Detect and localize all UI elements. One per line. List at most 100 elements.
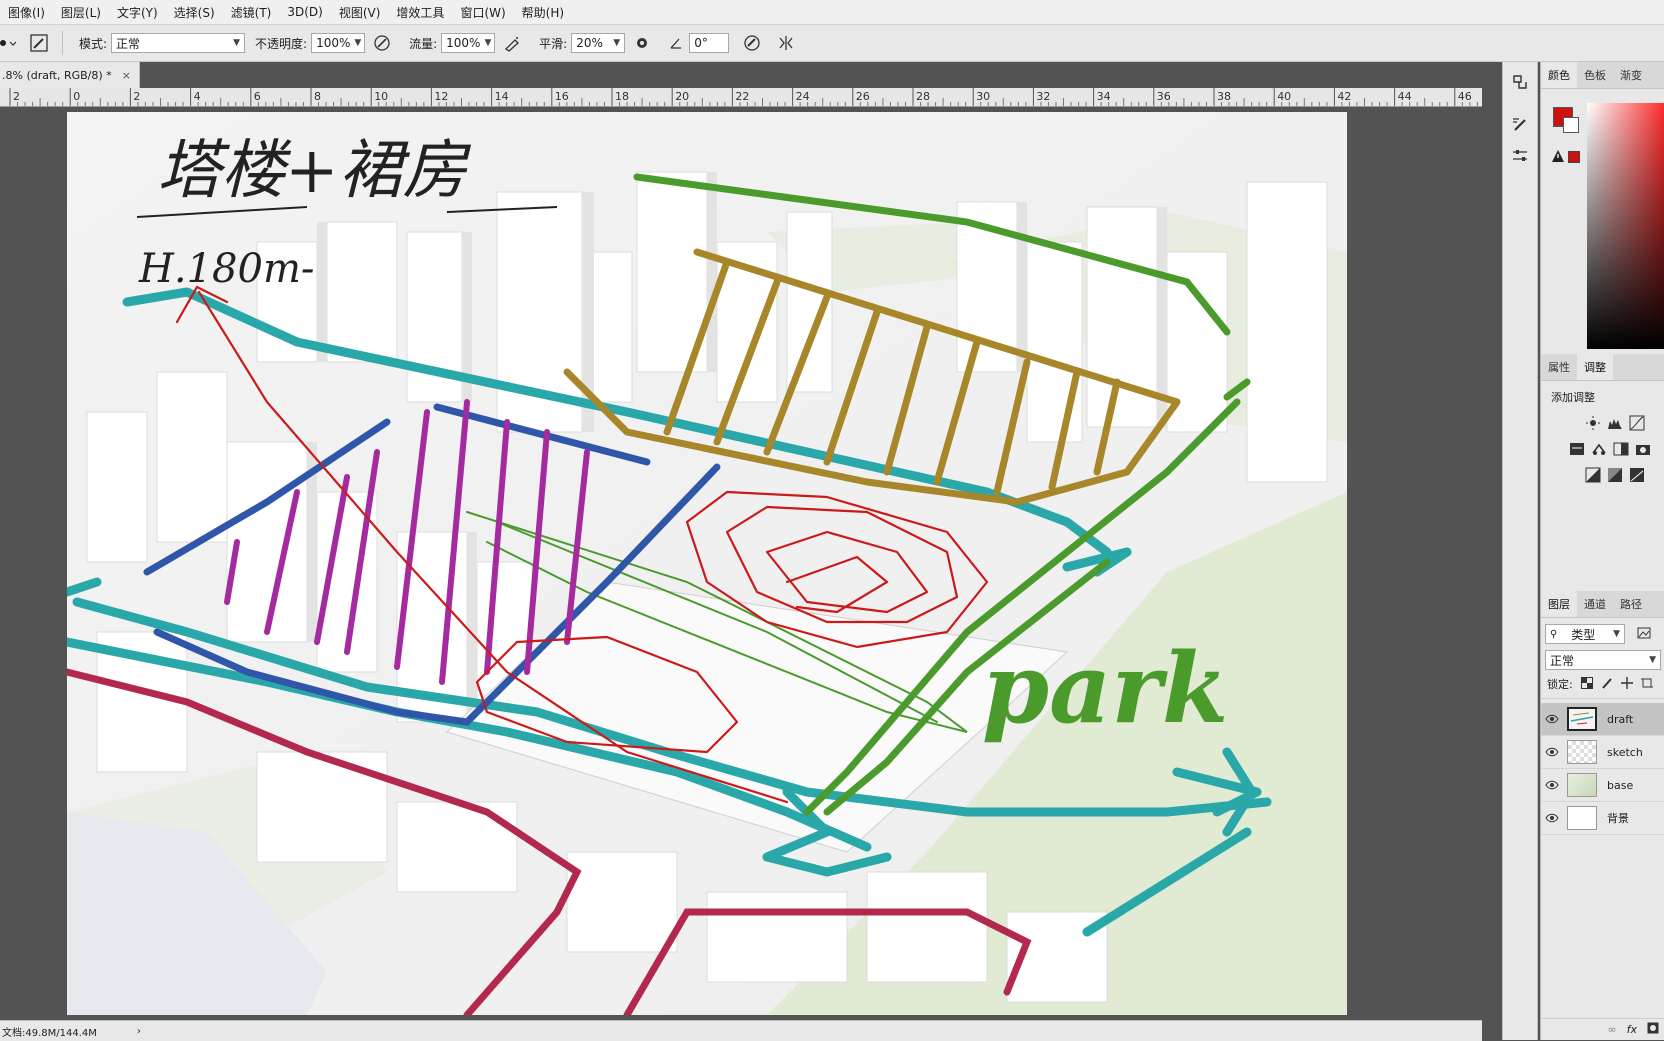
angle-field[interactable]: 0° bbox=[689, 33, 730, 53]
menu-layer[interactable]: 图层(L) bbox=[53, 4, 109, 21]
ruler-label: 24 bbox=[796, 90, 810, 103]
mode-dropdown[interactable]: 正常 ▼ bbox=[111, 33, 246, 53]
curves-icon[interactable] bbox=[1629, 415, 1645, 434]
menu-help[interactable]: 帮助(H) bbox=[514, 4, 572, 21]
color-panel-tabs: 颜色 色板 渐变 bbox=[1541, 62, 1664, 89]
brush-preset-icon[interactable] bbox=[0, 32, 16, 54]
link-icon[interactable]: ∞ bbox=[1607, 1023, 1616, 1036]
image-filter-icon[interactable] bbox=[1637, 627, 1651, 642]
lock-label: 锁定: bbox=[1547, 678, 1573, 691]
layer-thumbnail bbox=[1567, 707, 1597, 731]
add-adjustment-label: 添加调整 bbox=[1551, 391, 1595, 404]
mask-icon[interactable] bbox=[1647, 1022, 1659, 1037]
gear-icon[interactable] bbox=[631, 32, 653, 54]
flow-label: 流量: bbox=[409, 36, 438, 51]
menu-filter[interactable]: 滤镜(T) bbox=[223, 4, 280, 21]
ruler-label: 10 bbox=[374, 90, 388, 103]
title-handwriting: 塔楼+裙房 bbox=[157, 134, 472, 208]
eye-icon[interactable] bbox=[1541, 813, 1563, 823]
chevron-down-icon: ▼ bbox=[484, 38, 492, 48]
brush-settings-icon[interactable] bbox=[28, 32, 50, 54]
canvas-area[interactable]: 塔楼+裙房 H.180m- park bbox=[0, 107, 1482, 1019]
background-color-swatch[interactable] bbox=[1563, 117, 1579, 133]
blend-mode-value: 正常 bbox=[1550, 653, 1575, 668]
right-panels: 颜色 色板 渐变 属性 调整 添加调整 图层 通道 路径 ⚲ 类型 ▼ 正常 ▼… bbox=[1540, 62, 1664, 1040]
ruler-label: 36 bbox=[1157, 90, 1171, 103]
blend-mode-dropdown[interactable]: 正常 ▼ bbox=[1545, 650, 1661, 670]
menu-plugins[interactable]: 增效工具 bbox=[388, 4, 452, 21]
opacity-field[interactable]: 100% ▼ bbox=[311, 33, 366, 53]
tab-layers[interactable]: 图层 bbox=[1541, 591, 1577, 617]
lock-position-icon[interactable] bbox=[1620, 676, 1633, 692]
tab-paths[interactable]: 路径 bbox=[1613, 591, 1649, 617]
adjustments-panel: 添加调整 bbox=[1541, 381, 1664, 591]
menu-type[interactable]: 文字(Y) bbox=[109, 4, 166, 21]
tab-adjustments[interactable]: 调整 bbox=[1577, 354, 1613, 380]
document-canvas[interactable]: 塔楼+裙房 H.180m- park bbox=[67, 112, 1347, 1015]
menu-3d[interactable]: 3D(D) bbox=[279, 5, 330, 19]
airbrush-icon[interactable] bbox=[501, 32, 523, 54]
chevron-down-icon: ▼ bbox=[1649, 655, 1656, 665]
horizontal-ruler: 2 0 2 4 6 8 10 12 14 16 18 20 22 24 26 28 30 32 34 36 38 40 42… bbox=[0, 88, 1482, 107]
ruler-label: 4 bbox=[194, 90, 201, 103]
fx-button[interactable]: fx bbox=[1627, 1023, 1637, 1036]
posterize-icon[interactable] bbox=[1607, 467, 1623, 486]
ruler-label: 38 bbox=[1217, 90, 1231, 103]
height-handwriting: H.180m- bbox=[138, 246, 314, 292]
menu-select[interactable]: 选择(S) bbox=[166, 4, 223, 21]
eye-icon[interactable] bbox=[1541, 780, 1563, 790]
layer-row-draft[interactable]: draft bbox=[1541, 703, 1664, 736]
ruler-label: 18 bbox=[615, 90, 629, 103]
tab-swatches[interactable]: 色板 bbox=[1577, 62, 1613, 88]
pressure-size-icon[interactable] bbox=[741, 32, 763, 54]
menu-image[interactable]: 图像(I) bbox=[0, 4, 53, 21]
smoothing-field[interactable]: 20% ▼ bbox=[571, 33, 626, 53]
layer-row-background[interactable]: 背景 bbox=[1541, 802, 1664, 835]
tab-color[interactable]: 颜色 bbox=[1541, 62, 1577, 88]
color-balance-icon[interactable] bbox=[1591, 441, 1607, 460]
flow-field[interactable]: 100% ▼ bbox=[441, 33, 496, 53]
ruler-label: 12 bbox=[434, 90, 448, 103]
history-icon[interactable] bbox=[1508, 70, 1532, 94]
lock-artboard-icon[interactable] bbox=[1640, 677, 1653, 692]
ruler-label: 42 bbox=[1337, 90, 1351, 103]
document-tab[interactable]: .8% (draft, RGB/8) * × bbox=[0, 62, 140, 88]
status-arrow[interactable]: › bbox=[137, 1026, 141, 1037]
options-bar: 模式: 正常 ▼ 不透明度: 100% ▼ 流量: 100% ▼ 平滑: 20%… bbox=[0, 25, 1664, 62]
lock-row: 锁定: bbox=[1541, 670, 1664, 699]
gradient-map-icon[interactable] bbox=[1629, 467, 1645, 486]
color-picker-field[interactable] bbox=[1587, 103, 1664, 349]
adjust-panel-tabs: 属性 调整 bbox=[1541, 354, 1664, 381]
opacity-label: 不透明度: bbox=[255, 36, 308, 51]
status-bar: 文档:49.8M/144.4M › bbox=[0, 1020, 1482, 1041]
lock-transparency-icon[interactable] bbox=[1580, 676, 1593, 692]
layers-list: draft sketch base 背景 bbox=[1541, 703, 1664, 835]
layer-filter-dropdown[interactable]: ⚲ 类型 ▼ bbox=[1545, 624, 1625, 644]
eye-icon[interactable] bbox=[1541, 747, 1563, 757]
layer-row-base[interactable]: base bbox=[1541, 769, 1664, 802]
ruler-label: 2 bbox=[133, 90, 140, 103]
vibrance-icon[interactable] bbox=[1569, 441, 1585, 460]
tab-properties[interactable]: 属性 bbox=[1541, 354, 1577, 380]
gamut-swatch[interactable] bbox=[1568, 151, 1580, 163]
photo-filter-icon[interactable] bbox=[1635, 441, 1651, 460]
menu-view[interactable]: 视图(V) bbox=[331, 4, 389, 21]
lock-pixels-icon[interactable] bbox=[1601, 677, 1613, 692]
close-icon[interactable]: × bbox=[122, 69, 131, 82]
tab-gradients[interactable]: 渐变 bbox=[1613, 62, 1649, 88]
brightness-icon[interactable] bbox=[1585, 415, 1601, 434]
menu-window[interactable]: 窗口(W) bbox=[452, 4, 513, 21]
pressure-opacity-icon[interactable] bbox=[371, 32, 393, 54]
brush-settings-panel-icon[interactable] bbox=[1508, 144, 1532, 168]
brush-panel-icon[interactable] bbox=[1508, 112, 1532, 136]
smoothing-label: 平滑: bbox=[539, 36, 568, 51]
tab-channels[interactable]: 通道 bbox=[1577, 591, 1613, 617]
warning-icon[interactable] bbox=[1551, 149, 1565, 163]
symmetry-icon[interactable] bbox=[775, 32, 797, 54]
chevron-down-icon: ▼ bbox=[613, 38, 621, 48]
eye-icon[interactable] bbox=[1541, 714, 1563, 724]
black-white-icon[interactable] bbox=[1613, 441, 1629, 460]
invert-icon[interactable] bbox=[1585, 467, 1601, 486]
levels-icon[interactable] bbox=[1607, 415, 1623, 434]
layer-row-sketch[interactable]: sketch bbox=[1541, 736, 1664, 769]
